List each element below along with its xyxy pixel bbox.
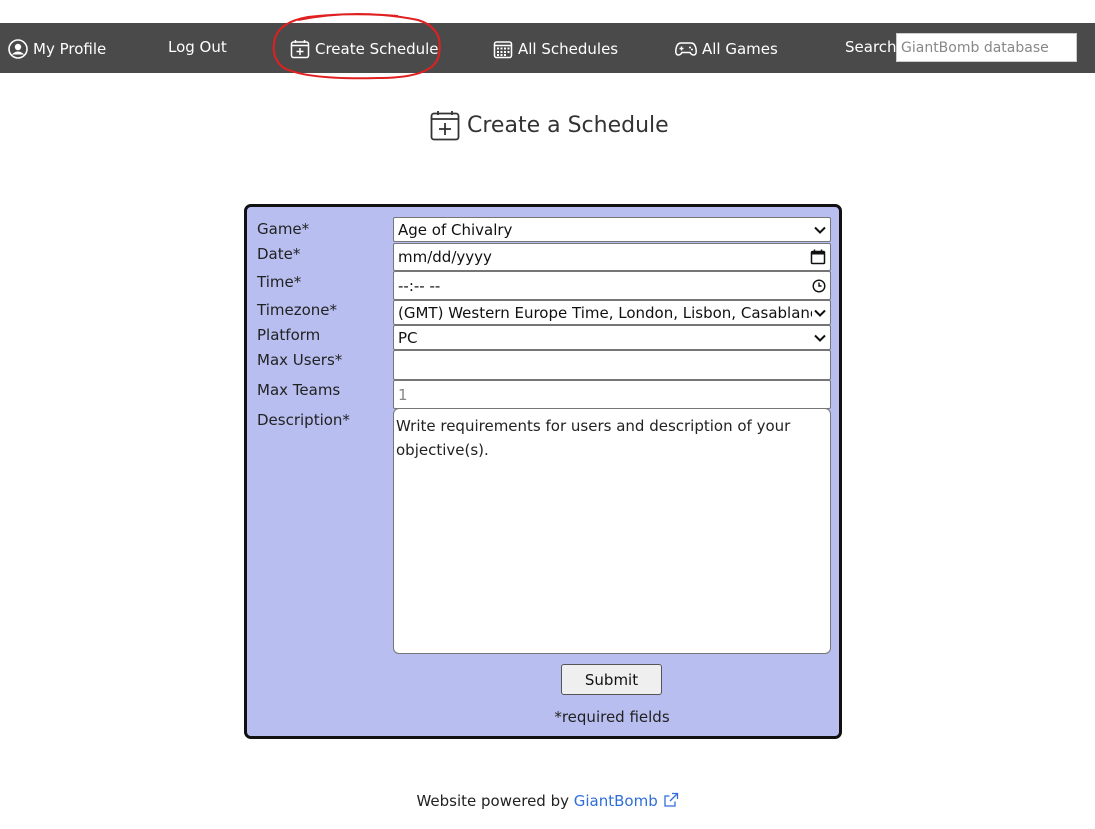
platform-label: Platform [257,326,321,344]
date-input[interactable]: mm/dd/yyyy [393,243,831,271]
footer-text: Website powered by [416,792,569,810]
nav-create-schedule-label: Create Schedule [315,40,439,58]
time-label: Time* [257,273,302,291]
user-circle-icon [8,39,28,59]
calendar-icon[interactable] [810,249,826,265]
timezone-select-value: (GMT) Western Europe Time, London, Lisbo… [398,303,812,322]
search-input[interactable] [896,33,1077,62]
nav-all-schedules-label: All Schedules [518,40,619,58]
max-users-label: Max Users* [257,351,343,369]
submit-button[interactable]: Submit [561,664,662,695]
search-label: Search [845,22,897,72]
game-select-value: Age of Chivalry [398,220,513,239]
calendar-grid-icon [493,41,513,59]
chevron-down-icon [814,334,826,342]
game-label: Game* [257,220,310,238]
platform-select[interactable]: PC [393,325,831,350]
giantbomb-link[interactable]: GiantBomb [574,792,679,810]
max-users-input[interactable] [393,350,831,380]
description-label: Description* [257,411,350,429]
clock-icon[interactable] [812,278,826,293]
platform-select-value: PC [398,328,418,347]
required-fields-note: *required fields [554,708,670,726]
description-textarea[interactable]: Write requirements for users and descrip… [393,408,831,654]
top-navbar: My Profile Log Out Create Schedule All S… [0,23,1095,73]
description-placeholder: Write requirements for users and descrip… [396,417,791,459]
date-label: Date* [257,245,301,263]
nav-all-schedules[interactable]: All Schedules [493,24,618,74]
search-label-text: Search [845,38,897,56]
max-teams-placeholder: 1 [398,385,408,404]
nav-all-games-label: All Games [702,40,778,58]
create-schedule-form: Game* Age of Chivalry Date* mm/dd/yyyy T… [244,204,842,739]
nav-my-profile-label: My Profile [33,40,107,58]
nav-all-games[interactable]: All Games [675,24,778,74]
nav-my-profile[interactable]: My Profile [8,24,106,74]
gamepad-icon [675,42,697,56]
nav-log-out-label: Log Out [168,38,227,56]
page-title-text: Create a Schedule [467,112,669,138]
time-input-value: --:-- -- [398,276,441,295]
calendar-plus-icon [290,40,310,59]
time-input[interactable]: --:-- -- [393,271,831,300]
giantbomb-link-label: GiantBomb [573,792,658,810]
submit-button-label: Submit [584,670,639,689]
external-link-icon [663,792,678,807]
chevron-down-icon [814,226,826,234]
nav-log-out[interactable]: Log Out [168,22,227,72]
timezone-label: Timezone* [257,301,337,319]
date-input-value: mm/dd/yyyy [398,248,492,266]
chevron-down-icon [814,309,826,317]
calendar-plus-icon [430,110,460,140]
page-title: Create a Schedule [430,108,669,142]
max-teams-label: Max Teams [257,381,341,399]
timezone-select[interactable]: (GMT) Western Europe Time, London, Lisbo… [393,300,831,325]
max-teams-input[interactable]: 1 [393,380,831,409]
game-select[interactable]: Age of Chivalry [393,217,831,242]
footer: Website powered by GiantBomb [0,792,1095,810]
nav-create-schedule[interactable]: Create Schedule [290,24,439,74]
